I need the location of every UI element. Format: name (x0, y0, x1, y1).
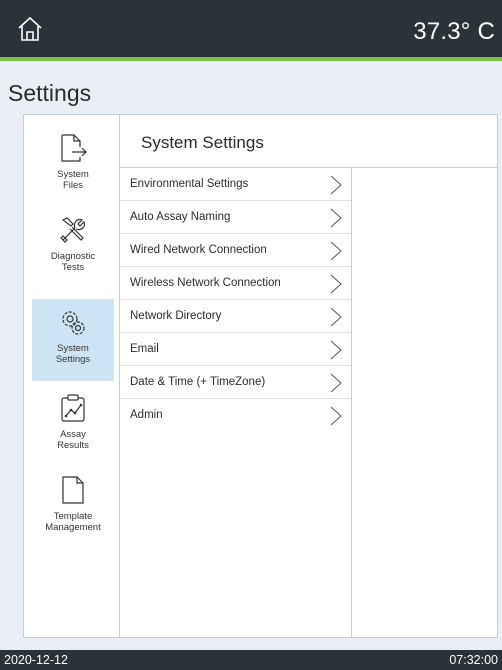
list-item-label: Email (130, 343, 159, 355)
gears-icon (62, 311, 85, 335)
chevron-right-icon (330, 307, 342, 327)
nav-item-diagnostic-tests[interactable]: Diagnostic Tests (32, 207, 114, 289)
nav-item-label: Diagnostic Tests (50, 251, 96, 273)
chevron-right-icon (330, 208, 342, 228)
nav-item-assay-results[interactable]: Assay Results (32, 385, 114, 467)
section-title: System Settings (141, 133, 264, 152)
home-icon[interactable] (17, 16, 43, 42)
nav-item-label: System Files (57, 169, 89, 191)
chevron-right-icon (330, 406, 342, 426)
temperature-readout: 37.3° C (413, 18, 495, 45)
list-item-wireless-network-connection[interactable]: Wireless Network Connection (120, 267, 351, 300)
accent-stripe (0, 57, 502, 61)
status-bar: 2020-12-12 07:32:00 (0, 650, 502, 670)
chevron-right-icon (330, 340, 342, 360)
chart-clipboard-icon (61, 394, 85, 422)
settings-list: Environmental Settings Auto Assay Naming… (120, 168, 352, 638)
list-item-admin[interactable]: Admin (120, 399, 351, 432)
tools-icon (60, 217, 86, 243)
nav-item-template-management[interactable]: Template Management (32, 467, 114, 549)
document-icon (62, 476, 84, 504)
page-title: Settings (8, 80, 92, 106)
list-item-label: Auto Assay Naming (130, 211, 231, 223)
chevron-right-icon (330, 373, 342, 393)
nav-item-system-files[interactable]: System Files (32, 125, 114, 207)
top-bar: 37.3° C (0, 0, 502, 57)
side-nav: System Files Diagnostic Tests System Set… (24, 115, 120, 637)
status-time: 07:32:00 (449, 653, 498, 667)
list-item-label: Wireless Network Connection (130, 277, 281, 289)
file-export-icon (61, 134, 87, 162)
content-header: System Settings (120, 115, 497, 168)
nav-item-label: Assay Results (57, 429, 89, 451)
nav-item-system-settings[interactable]: System Settings (32, 299, 114, 381)
list-item-label: Date & Time (+ TimeZone) (130, 376, 266, 388)
list-item-label: Wired Network Connection (130, 244, 267, 256)
list-item-label: Admin (130, 409, 163, 421)
nav-item-label: System Settings (55, 343, 91, 365)
nav-item-label: Template Management (45, 511, 101, 533)
list-item-auto-assay-naming[interactable]: Auto Assay Naming (120, 201, 351, 234)
list-item-date-time[interactable]: Date & Time (+ TimeZone) (120, 366, 351, 399)
settings-panel: System Files Diagnostic Tests System Set… (23, 114, 498, 638)
list-item-email[interactable]: Email (120, 333, 351, 366)
chevron-right-icon (330, 241, 342, 261)
list-item-label: Environmental Settings (130, 178, 249, 190)
chevron-right-icon (330, 175, 342, 195)
list-item-label: Network Directory (130, 310, 222, 322)
status-date: 2020-12-12 (4, 653, 68, 667)
list-item-network-directory[interactable]: Network Directory (120, 300, 351, 333)
list-item-wired-network-connection[interactable]: Wired Network Connection (120, 234, 351, 267)
chevron-right-icon (330, 274, 342, 294)
list-item-environmental-settings[interactable]: Environmental Settings (120, 168, 351, 201)
